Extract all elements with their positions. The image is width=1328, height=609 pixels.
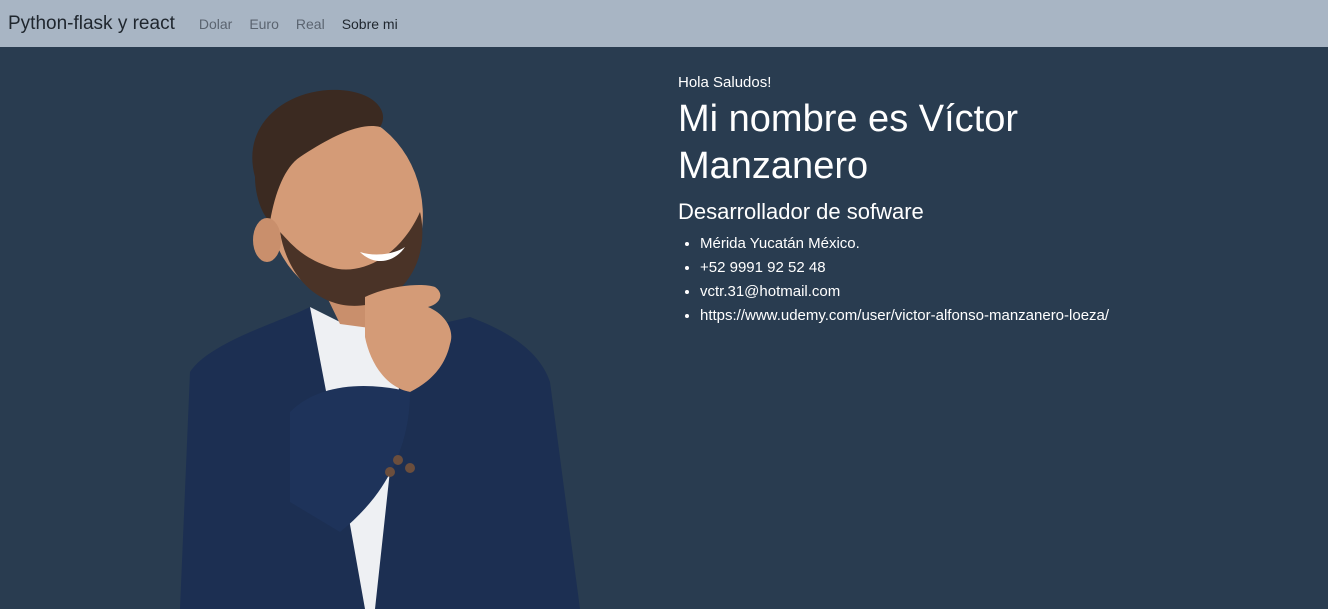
udemy-url-item: https://www.udemy.com/user/victor-alfons…: [700, 304, 1298, 328]
top-navbar: Python-flask y react Dolar Euro Real Sob…: [0, 0, 1328, 47]
contact-info-list: Mérida Yucatán México. +52 9991 92 52 48…: [678, 232, 1298, 328]
nav-link-euro[interactable]: Euro: [249, 16, 279, 32]
nav-links: Dolar Euro Real Sobre mi: [199, 16, 415, 32]
phone-item: +52 9991 92 52 48: [700, 256, 1298, 280]
nav-link-sobre-mi[interactable]: Sobre mi: [342, 16, 398, 32]
page-title: Mi nombre es Víctor Manzanero: [678, 98, 1018, 187]
navbar-brand[interactable]: Python-flask y react: [8, 13, 175, 35]
greeting-text: Hola Saludos!: [678, 74, 772, 91]
nav-link-dolar[interactable]: Dolar: [199, 16, 232, 32]
profile-section: Hola Saludos! Mi nombre es Víctor Manzan…: [678, 72, 1298, 328]
nav-link-real[interactable]: Real: [296, 16, 325, 32]
profile-portrait-image: [180, 89, 580, 609]
location-item: Mérida Yucatán México.: [700, 232, 1298, 256]
role-subtitle: Desarrollador de sofware: [678, 199, 924, 224]
email-item: vctr.31@hotmail.com: [700, 280, 1298, 304]
